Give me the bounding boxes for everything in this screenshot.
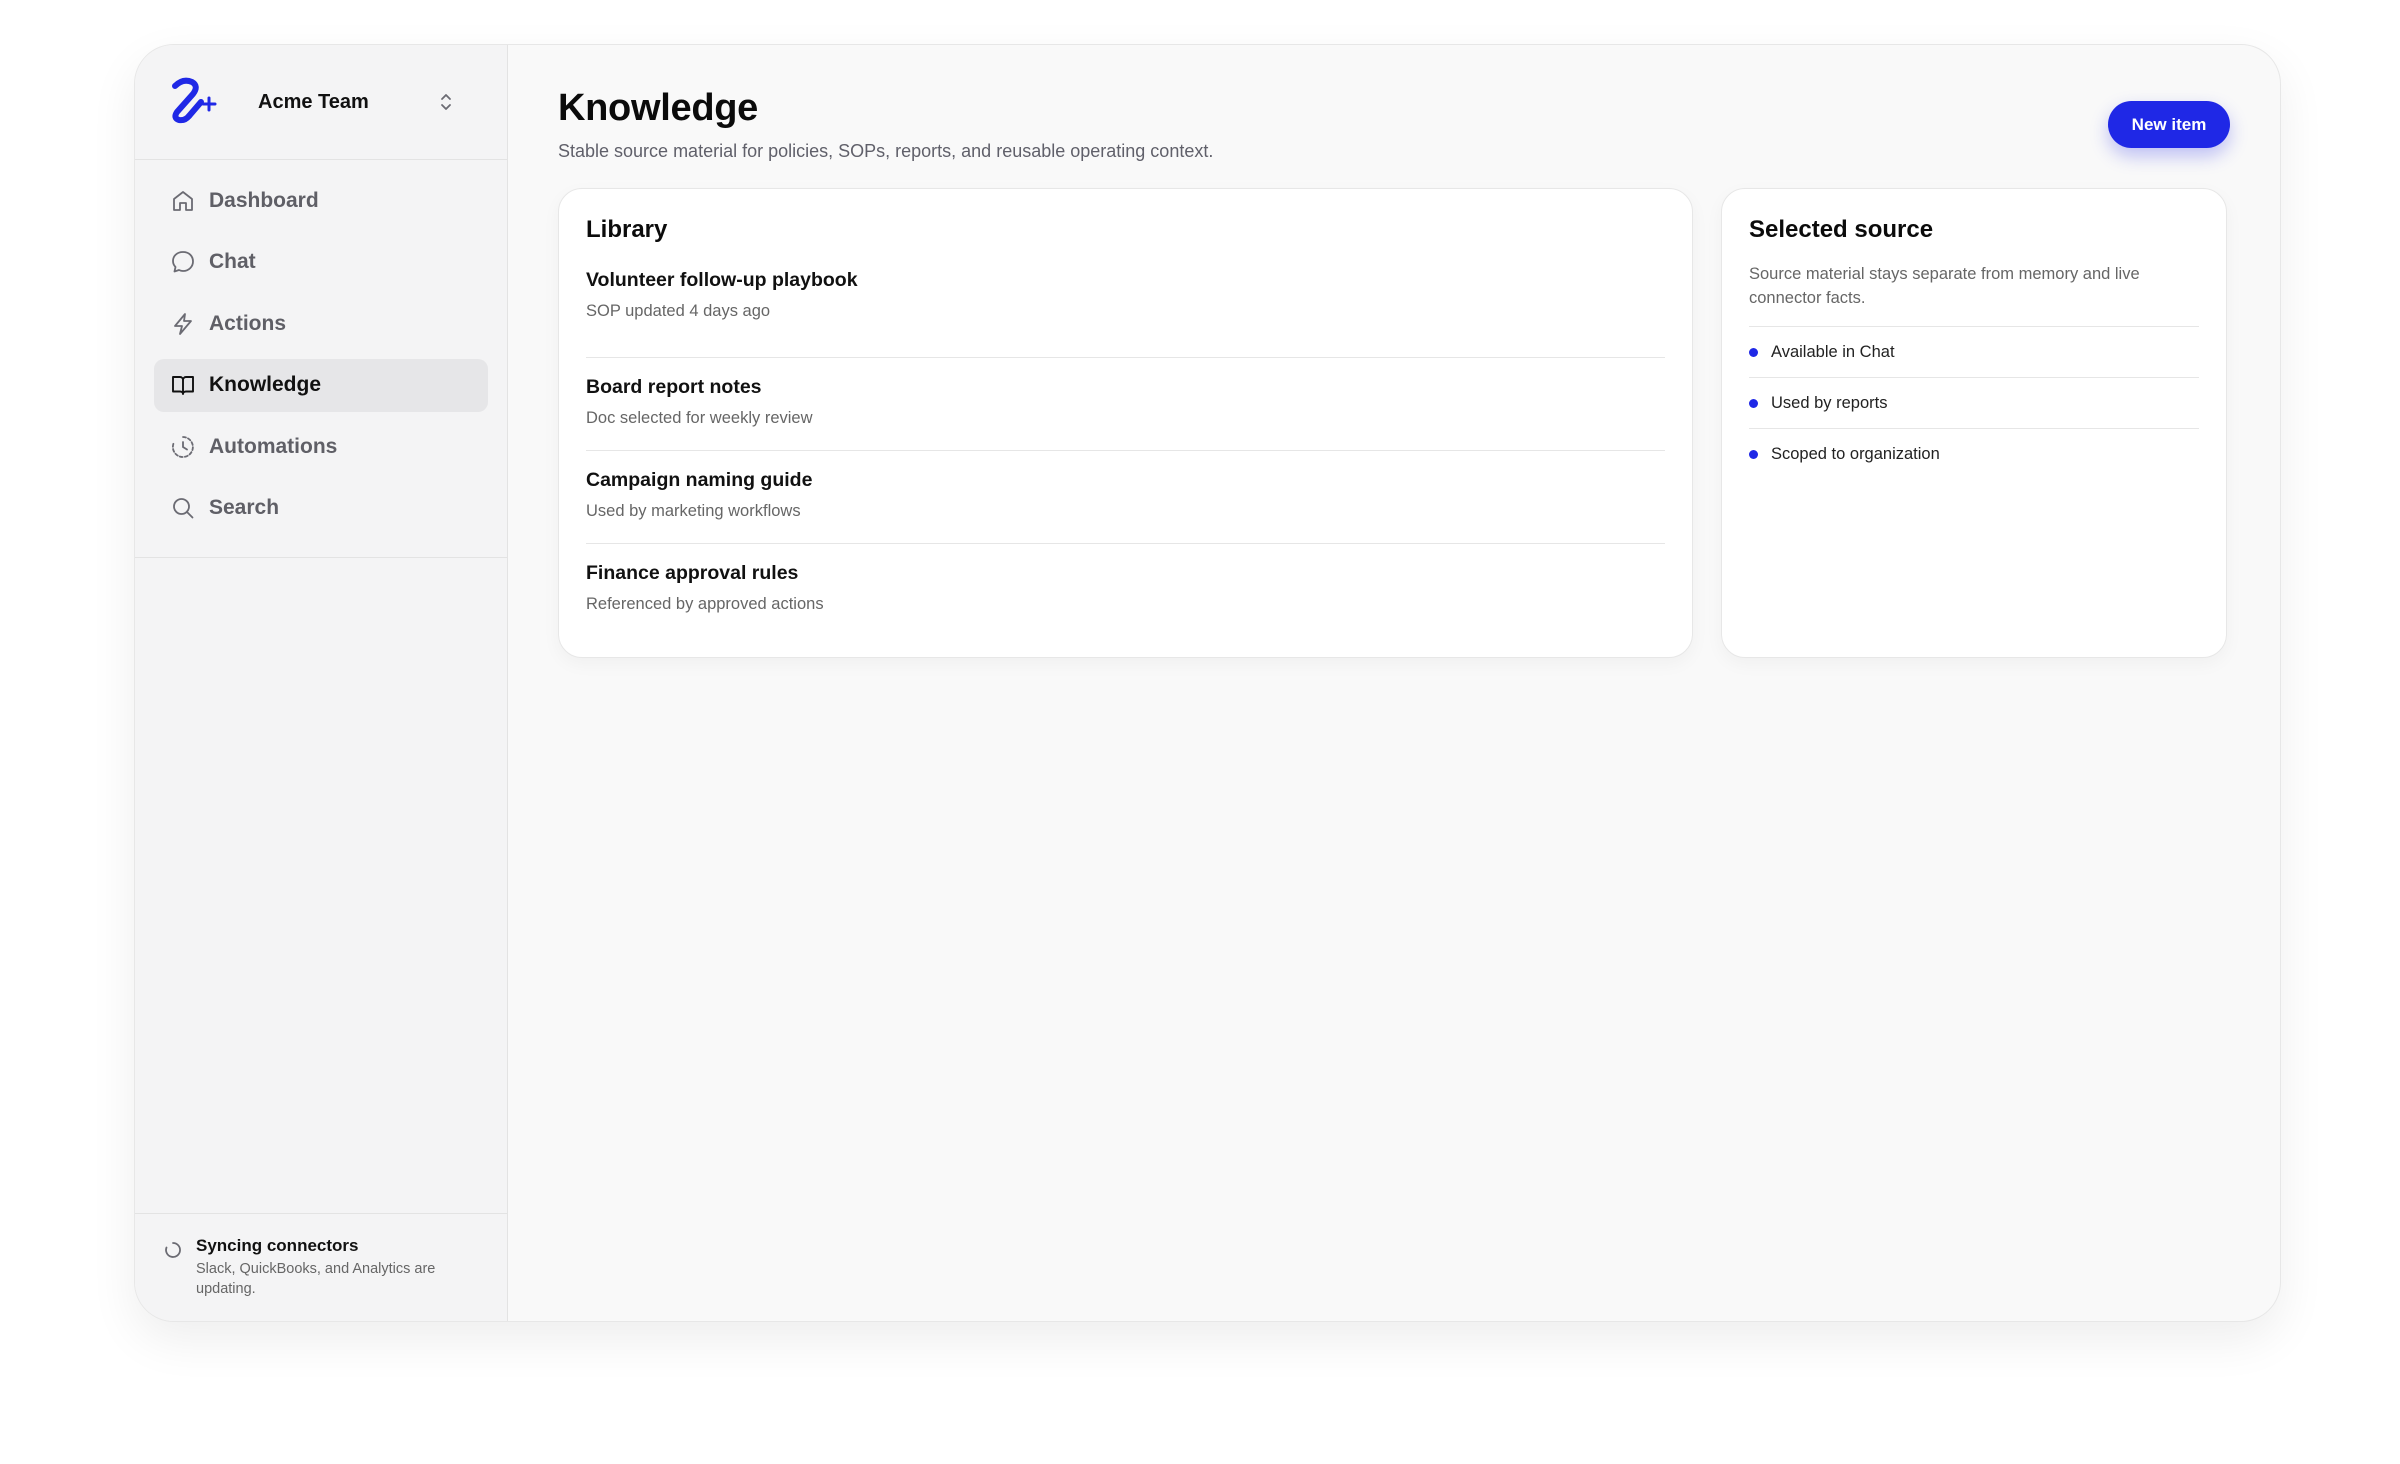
sidebar: Acme Team Dashboard Chat Actions Knowled…	[135, 45, 508, 1321]
main-content: Knowledge Stable source material for pol…	[508, 45, 2280, 1321]
selected-source-card: Selected source Source material stays se…	[1721, 188, 2227, 658]
source-fact: Available in Chat	[1749, 327, 2199, 378]
list-item-meta: SOP updated 4 days ago	[586, 302, 771, 320]
list-item[interactable]: Volunteer follow-up playbook SOP updated…	[586, 265, 1665, 358]
sidebar-item-label: Automations	[209, 434, 338, 458]
list-item-name: Finance approval rules	[586, 562, 799, 584]
page-title: Knowledge	[558, 87, 758, 129]
sync-title: Syncing connectors	[196, 1236, 359, 1255]
sidebar-item-label: Knowledge	[209, 373, 322, 396]
list-item-meta: Doc selected for weekly review	[586, 409, 813, 427]
source-fact-label: Scoped to organization	[1771, 445, 1940, 463]
sidebar-item-label: Chat	[209, 250, 256, 273]
library-list: Volunteer follow-up playbook SOP updated…	[586, 265, 1665, 637]
book-icon	[169, 371, 197, 399]
chevron-up-down-icon[interactable]	[435, 91, 457, 113]
bullet-dot-icon	[1749, 347, 1758, 357]
list-item[interactable]: Finance approval rules Referenced by app…	[586, 544, 1665, 637]
clock-cycle-icon	[169, 433, 197, 461]
brand-logo-icon	[172, 77, 217, 124]
list-item-name: Board report notes	[586, 376, 762, 398]
selected-source-description: Source material stays separate from memo…	[1749, 265, 2140, 307]
source-facts: Available in Chat Used by reports Scoped…	[1749, 326, 2199, 480]
source-fact-label: Used by reports	[1771, 393, 1888, 412]
app-window: Acme Team Dashboard Chat Actions Knowled…	[134, 44, 2281, 1322]
bullet-dot-icon	[1749, 450, 1758, 459]
new-item-button[interactable]: New item	[2108, 101, 2230, 148]
sidebar-item-label: Search	[209, 496, 280, 519]
search-icon	[169, 494, 197, 522]
library-title: Library	[586, 216, 668, 243]
list-item-name: Volunteer follow-up playbook	[586, 269, 858, 291]
sidebar-item-label: Dashboard	[209, 188, 319, 212]
chat-bubble-icon	[169, 248, 197, 276]
home-icon	[169, 187, 197, 215]
sync-description: Slack, QuickBooks, and Analytics are upd…	[196, 1261, 436, 1297]
bullet-dot-icon	[1749, 398, 1758, 408]
list-item-name: Campaign naming guide	[586, 469, 813, 491]
sidebar-item-actions[interactable]: Actions	[154, 297, 488, 350]
source-fact-label: Available in Chat	[1771, 342, 1895, 361]
source-fact: Used by reports	[1749, 378, 2199, 429]
sync-status: Syncing connectors Slack, QuickBooks, an…	[135, 1213, 507, 1321]
sidebar-item-dashboard[interactable]: Dashboard	[154, 174, 488, 227]
source-fact: Scoped to organization	[1749, 429, 2199, 480]
sidebar-item-label: Actions	[209, 311, 287, 335]
page-subtitle: Stable source material for policies, SOP…	[558, 141, 1214, 161]
selected-source-title: Selected source	[1749, 216, 1934, 243]
sidebar-item-automations[interactable]: Automations	[154, 420, 488, 473]
team-switcher[interactable]: Acme Team	[135, 45, 507, 160]
list-item[interactable]: Campaign naming guide Used by marketing …	[586, 451, 1665, 544]
sidebar-item-knowledge[interactable]: Knowledge	[154, 358, 488, 412]
lightning-icon	[169, 310, 197, 338]
spinner-icon	[165, 1242, 181, 1258]
list-item[interactable]: Board report notes Doc selected for week…	[586, 358, 1665, 451]
sidebar-item-search[interactable]: Search	[154, 482, 488, 535]
sidebar-nav: Dashboard Chat Actions Knowledge Automat…	[135, 160, 507, 558]
team-name: Acme Team	[258, 90, 369, 113]
list-item-meta: Used by marketing workflows	[586, 502, 801, 520]
sidebar-item-chat[interactable]: Chat	[154, 236, 488, 289]
list-item-meta: Referenced by approved actions	[586, 595, 824, 613]
library-card: Library Volunteer follow-up playbook SOP…	[558, 188, 1693, 658]
